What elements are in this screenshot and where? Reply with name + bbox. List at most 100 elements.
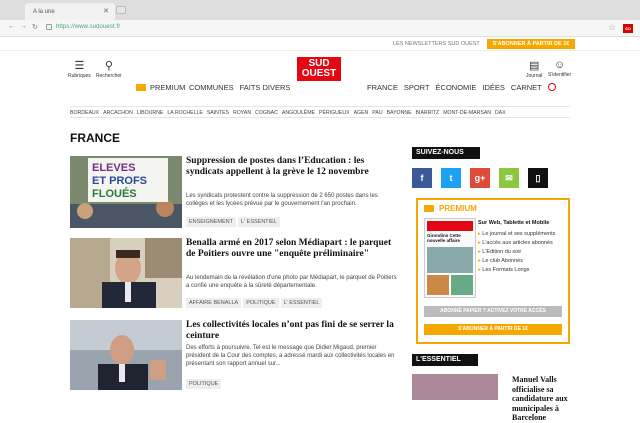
article-tags: POLITIQUE bbox=[186, 379, 222, 389]
city-link[interactable]: SAINTES bbox=[207, 110, 229, 117]
nav-idees[interactable]: IDÉES bbox=[482, 83, 505, 92]
benefit-item: Le club Abonnés bbox=[478, 257, 555, 266]
tag-politique[interactable]: POLITIQUE bbox=[186, 379, 222, 389]
city-link[interactable]: COGNAC bbox=[255, 110, 278, 117]
rubriques-button[interactable]: ☰ Rubriques bbox=[68, 59, 91, 79]
tag-enseignement[interactable]: ENSEIGNEMENT bbox=[186, 217, 237, 227]
svg-text:FLOUÉS: FLOUÉS bbox=[92, 187, 137, 200]
top-bar: LES NEWSLETTERS SUD OUEST S'ABONNER À PA… bbox=[0, 37, 640, 51]
rubriques-label: Rubriques bbox=[68, 73, 91, 79]
nav-faits-divers[interactable]: FAITS DIVERS bbox=[240, 83, 291, 92]
tag-essentiel[interactable]: L' ESSENTIEL bbox=[238, 217, 280, 227]
back-icon[interactable]: ← bbox=[8, 23, 15, 30]
logo-line2: OUEST bbox=[301, 68, 337, 79]
city-link[interactable]: PÉRIGUEUX bbox=[319, 110, 350, 117]
nav-communes[interactable]: COMMUNES bbox=[189, 83, 234, 92]
city-link[interactable]: LA ROCHELLE bbox=[167, 110, 202, 117]
city-link[interactable]: DAX bbox=[495, 110, 506, 117]
twitter-icon[interactable]: t bbox=[441, 168, 461, 188]
article-thumbnail-3[interactable] bbox=[70, 320, 182, 390]
article-tags: AFFAIRE BENALLA POLITIQUE L' ESSENTIEL bbox=[186, 298, 323, 308]
login-button[interactable]: ☺ S'identifier bbox=[548, 59, 571, 78]
nav-france[interactable]: FRANCE bbox=[367, 83, 398, 92]
newspaper-headline: Girondins Cette nouvelle affaire bbox=[427, 233, 461, 243]
article-card[interactable]: Les collectivités locales n’ont pas fini… bbox=[70, 320, 400, 400]
reload-icon[interactable]: ↻ bbox=[32, 23, 38, 31]
article-card[interactable]: Benalla armé en 2017 selon Médiapart : l… bbox=[70, 238, 400, 310]
subscribe-button[interactable]: S'ABONNER À PARTIR DE 1€ bbox=[424, 324, 562, 335]
tag-essentiel[interactable]: L' ESSENTIEL bbox=[280, 298, 323, 308]
lock-icon bbox=[46, 24, 52, 30]
address-bar: ← → ↻ https://www.sudouest.fr ☆ SO bbox=[0, 20, 640, 37]
menu-icon: ☰ bbox=[74, 60, 85, 72]
article-summary: Des efforts à poursuivre. Tel est le mes… bbox=[186, 345, 395, 367]
article-summary: Au lendemain de la révélation d'une phot… bbox=[186, 275, 397, 289]
article-tags: ENSEIGNEMENT L' ESSENTIEL bbox=[186, 217, 280, 227]
city-link[interactable]: LIBOURNE bbox=[137, 110, 164, 117]
city-link[interactable]: PAU bbox=[372, 110, 382, 117]
journal-label: Journal bbox=[526, 73, 543, 79]
cities-nav: BORDEAUX ARCACHON LIBOURNE LA ROCHELLE SAINT… bbox=[70, 106, 570, 118]
tag-affaire-benalla[interactable]: AFFAIRE BENALLA bbox=[186, 298, 242, 308]
essentiel-thumbnail[interactable] bbox=[412, 374, 498, 400]
forward-icon[interactable]: → bbox=[20, 23, 27, 30]
browser-tabstrip: A la une ✕ bbox=[0, 0, 640, 20]
premium-heading: PREMIUM bbox=[424, 204, 477, 213]
article-title[interactable]: Les collectivités locales n’ont pas fini… bbox=[186, 320, 400, 342]
city-link[interactable]: ARCACHON bbox=[103, 110, 133, 117]
extension-icon[interactable]: SO bbox=[623, 24, 633, 33]
nav-economie[interactable]: ÉCONOMIE bbox=[436, 83, 477, 92]
city-link[interactable]: BIARRITZ bbox=[416, 110, 440, 117]
nav-carnet[interactable]: CARNET bbox=[511, 83, 542, 92]
url-field[interactable]: https://www.sudouest.fr bbox=[56, 24, 120, 30]
subscribe-button-top[interactable]: S'ABONNER À PARTIR DE 1€ bbox=[487, 39, 575, 49]
browser-tab[interactable]: A la une ✕ bbox=[25, 3, 115, 20]
city-link[interactable]: BAYONNE bbox=[387, 110, 412, 117]
article-card[interactable]: ELEVES ET PROFS FLOUÉS Suppression de po… bbox=[70, 156, 400, 236]
mail-icon[interactable]: ✉ bbox=[499, 168, 519, 188]
essentiel-heading: L'ESSENTIEL bbox=[412, 354, 478, 366]
main-nav-right: FRANCE SPORT ÉCONOMIE IDÉES CARNET bbox=[367, 83, 556, 92]
city-link[interactable]: BORDEAUX bbox=[70, 110, 99, 117]
article-title[interactable]: Benalla armé en 2017 selon Médiapart : l… bbox=[186, 238, 400, 260]
bookmark-star-icon[interactable]: ☆ bbox=[608, 22, 616, 33]
city-link[interactable]: MONT-DE-MARSAN bbox=[443, 110, 491, 117]
nav-sport[interactable]: SPORT bbox=[404, 83, 430, 92]
close-icon[interactable]: ✕ bbox=[103, 7, 109, 15]
journal-button[interactable]: ▤ Journal bbox=[526, 59, 542, 79]
nav-premium-label: PREMIUM bbox=[150, 83, 186, 92]
premium-label: PREMIUM bbox=[439, 204, 477, 213]
newspaper-photo bbox=[427, 247, 473, 273]
newspaper-photo bbox=[451, 275, 473, 295]
page-title: FRANCE bbox=[70, 131, 120, 145]
tag-politique[interactable]: POLITIQUE bbox=[243, 298, 279, 308]
main-nav-left: COMMUNES FAITS DIVERS bbox=[189, 83, 290, 92]
mobile-icon[interactable]: ▯ bbox=[528, 168, 548, 188]
article-summary: Les syndicats protestent contre la suppr… bbox=[186, 193, 378, 207]
newspaper-icon: ▤ bbox=[529, 60, 540, 72]
googleplus-icon[interactable]: g+ bbox=[470, 168, 490, 188]
activate-access-button[interactable]: ABONNÉ PAPIER ? ACTIVEZ VOTRE ACCÈS bbox=[424, 306, 562, 317]
svg-text:ET PROFS: ET PROFS bbox=[92, 175, 147, 187]
user-icon: ☺ bbox=[553, 59, 566, 71]
new-tab-button[interactable] bbox=[116, 6, 126, 14]
essentiel-article-title[interactable]: Manuel Valls officialise sa candidature … bbox=[512, 375, 572, 423]
search-button[interactable]: ⚲ Rechercher bbox=[96, 59, 122, 79]
benefit-item: Le journal et ses suppléments bbox=[478, 230, 555, 239]
benefit-item: Les Formats Longs bbox=[478, 266, 555, 275]
facebook-icon[interactable]: f bbox=[412, 168, 432, 188]
article-thumbnail-1[interactable]: ELEVES ET PROFS FLOUÉS bbox=[70, 156, 182, 228]
search-label: Rechercher bbox=[96, 73, 122, 79]
benefit-item: L'accès aux articles abonnés bbox=[478, 239, 555, 248]
newsletters-link[interactable]: LES NEWSLETTERS SUD OUEST bbox=[393, 41, 480, 47]
city-link[interactable]: ANGOULÊME bbox=[282, 110, 315, 117]
city-link[interactable]: AGEN bbox=[354, 110, 369, 117]
city-link[interactable]: ROYAN bbox=[233, 110, 251, 117]
benefit-item: L'Edition du soir bbox=[478, 248, 555, 257]
article-thumbnail-2[interactable] bbox=[70, 238, 182, 308]
svg-text:ELEVES: ELEVES bbox=[92, 162, 135, 174]
article-title[interactable]: Suppression de postes dans l’Education :… bbox=[186, 156, 400, 178]
nav-premium[interactable]: PREMIUM bbox=[136, 83, 185, 92]
premium-box: PREMIUM Girondins Cette nouvelle affaire… bbox=[416, 198, 570, 344]
sudouest-logo[interactable]: SUD OUEST bbox=[297, 57, 341, 81]
